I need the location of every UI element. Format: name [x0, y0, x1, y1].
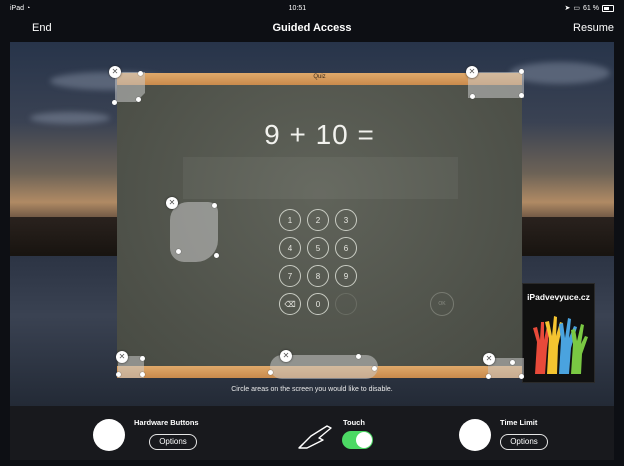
end-button[interactable]: End [10, 22, 74, 34]
remove-region-icon[interactable]: ✕ [109, 66, 121, 78]
time-limit-label: Time Limit [500, 418, 538, 427]
app-title: Quiz [313, 74, 326, 80]
key-2[interactable]: 2 [307, 209, 329, 231]
battery-percent: 61 % [583, 4, 599, 12]
screen-icon: ▭ [573, 5, 581, 12]
region-handle[interactable] [356, 354, 361, 359]
remove-region-icon[interactable]: ✕ [166, 197, 178, 209]
region-handle[interactable] [372, 366, 377, 371]
region-handle[interactable] [138, 71, 143, 76]
key-5[interactable]: 5 [307, 237, 329, 259]
backspace-key[interactable]: ⌫ [279, 293, 301, 315]
remove-region-icon[interactable]: ✕ [280, 350, 292, 362]
key-3[interactable]: 3 [335, 209, 357, 231]
hardware-buttons-label: Hardware Buttons [134, 418, 199, 427]
region-handle[interactable] [519, 69, 524, 74]
battery-icon [601, 4, 614, 12]
key-9[interactable]: 9 [335, 265, 357, 287]
ok-key[interactable]: OK [430, 292, 454, 316]
touch-label: Touch [343, 418, 365, 427]
key-7[interactable]: 7 [279, 265, 301, 287]
region-handle[interactable] [470, 94, 475, 99]
key-0[interactable]: 0 [307, 293, 329, 315]
status-right: ➤ ▭ 61 % [565, 4, 614, 12]
wifi-icon: ◔ [25, 4, 31, 12]
status-time: 10:51 [288, 4, 307, 12]
remove-region-icon[interactable]: ✕ [483, 353, 495, 365]
key-1[interactable]: 1 [279, 209, 301, 231]
remove-region-icon[interactable]: ✕ [466, 66, 478, 78]
region-handle[interactable] [140, 372, 145, 377]
region-handle[interactable] [136, 97, 141, 102]
remove-region-icon[interactable]: ✕ [116, 351, 128, 363]
raised-hands-icon [533, 316, 588, 374]
time-limit-toggle[interactable] [459, 419, 491, 451]
region-handle[interactable] [519, 93, 524, 98]
key-4[interactable]: 4 [279, 237, 301, 259]
touch-toggle[interactable] [342, 431, 373, 449]
side-logo-panel: iPadvevyuce.cz [522, 283, 595, 383]
logo-text: iPadvevyuce.cz [527, 292, 590, 302]
region-handle[interactable] [140, 356, 145, 361]
status-bar: iPad ◔ 10:51 ➤ ▭ 61 % [10, 2, 614, 14]
region-handle[interactable] [212, 203, 217, 208]
key-8[interactable]: 8 [307, 265, 329, 287]
region-handle[interactable] [176, 249, 181, 254]
region-handle[interactable] [112, 100, 117, 105]
region-handle[interactable] [486, 374, 491, 379]
key-6[interactable]: 6 [335, 237, 357, 259]
instruction-text: Circle areas on the screen you would lik… [231, 386, 393, 393]
region-handle[interactable] [510, 360, 515, 365]
region-handle[interactable] [116, 372, 121, 377]
region-handle[interactable] [519, 374, 524, 379]
region-handle[interactable] [268, 370, 273, 375]
region-handle[interactable] [214, 253, 219, 258]
navigation-bar: End Guided Access Resume [10, 14, 614, 42]
toggle-knob [356, 432, 372, 448]
location-icon: ➤ [564, 5, 571, 12]
page-title: Guided Access [272, 22, 352, 34]
blank-key [335, 293, 357, 315]
touch-hand-icon [298, 425, 332, 449]
equation: 9 + 10 = [264, 119, 375, 150]
guided-access-toolbar: Hardware Buttons Options Touch Time Limi… [10, 406, 614, 460]
resume-button[interactable]: Resume [573, 22, 614, 34]
hardware-buttons-toggle[interactable] [93, 419, 125, 451]
time-limit-options-button[interactable]: Options [500, 434, 548, 450]
answer-box [183, 157, 458, 199]
hardware-options-button[interactable]: Options [149, 434, 197, 450]
status-device: iPad ◔ [10, 4, 31, 12]
